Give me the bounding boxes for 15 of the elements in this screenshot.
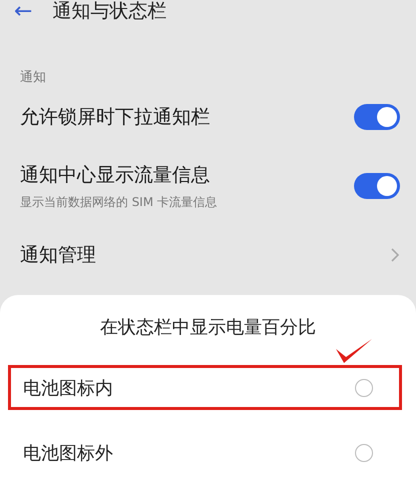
toggle-switch[interactable] — [354, 104, 400, 130]
radio-button[interactable] — [355, 444, 373, 462]
radio-button[interactable] — [355, 378, 373, 396]
setting-title: 通知中心显示流量信息 — [20, 162, 211, 188]
sheet-title: 在状态栏中显示电量百分比 — [100, 316, 316, 339]
section-label: 通知 — [19, 69, 47, 86]
back-button[interactable]: ← — [14, 0, 32, 24]
setting-title[interactable]: 通知管理 — [20, 242, 96, 268]
setting-description: 显示当前数据网络的 SIM 卡流量信息 — [20, 194, 218, 210]
highlighted-option[interactable]: 电池图标内 — [8, 365, 402, 410]
chevron-icon — [390, 247, 400, 263]
page-title: 通知与状态栏 — [52, 0, 166, 24]
toggle-switch[interactable] — [354, 173, 400, 199]
radio-option[interactable]: 电池图标外 — [8, 430, 402, 475]
setting-title: 允许锁屏时下拉通知栏 — [20, 105, 210, 130]
